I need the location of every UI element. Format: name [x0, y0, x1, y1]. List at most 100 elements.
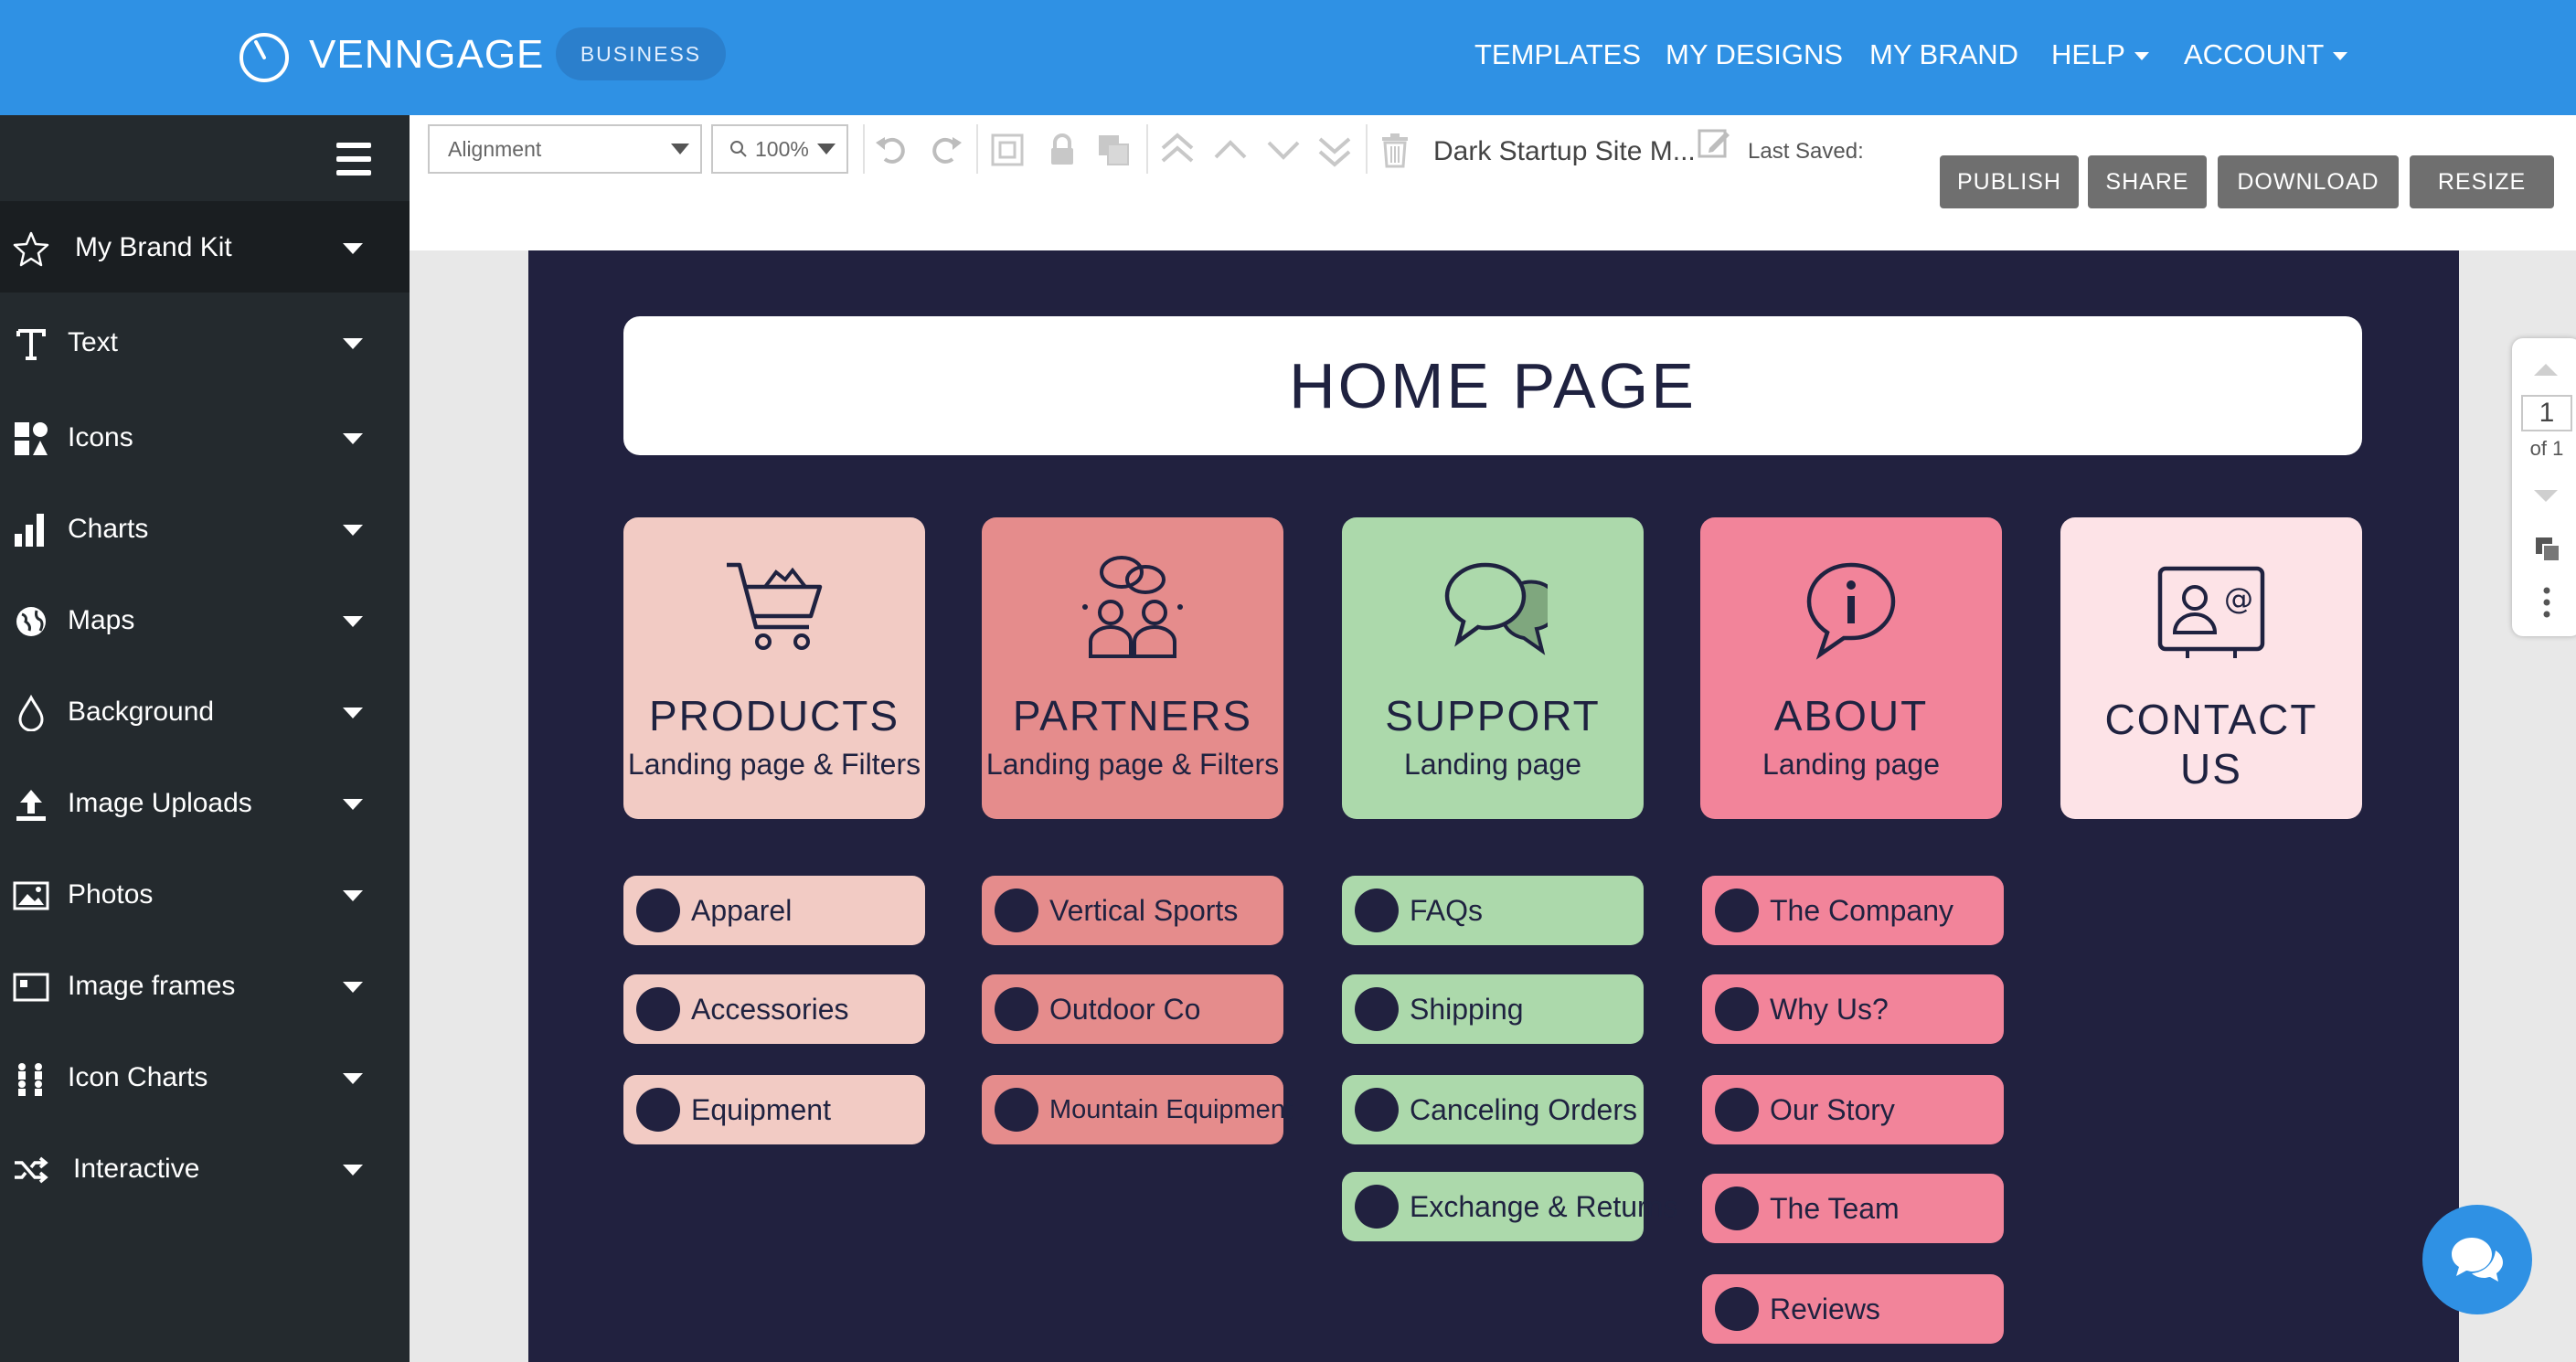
bullet-dot	[1355, 1088, 1399, 1132]
undo-icon[interactable]	[872, 130, 912, 170]
share-button[interactable]: SHARE	[2088, 155, 2207, 208]
design-canvas[interactable]: HOME PAGE PRODUCTS Landing page & Filter…	[528, 250, 2459, 1362]
sidebar-item-label: Icon Charts	[68, 1062, 208, 1092]
list-item[interactable]: FAQs	[1342, 876, 1644, 945]
zoom-dropdown[interactable]: 100%	[711, 124, 848, 174]
duplicate-icon[interactable]	[1093, 130, 1134, 170]
sidebar-item-icon-charts[interactable]: Icon Charts	[0, 1031, 410, 1123]
bar-chart-icon	[15, 514, 44, 547]
list-item[interactable]: Why Us?	[1702, 974, 2004, 1044]
document-title[interactable]: Dark Startup Site M...	[1433, 133, 1696, 170]
sidebar-item-maps[interactable]: Maps	[0, 574, 410, 665]
list-item[interactable]: Exchange & Returns	[1342, 1172, 1678, 1241]
copy-page-icon[interactable]	[2534, 536, 2561, 563]
brand-name[interactable]: VENNGAGE	[309, 31, 544, 79]
lock-icon[interactable]	[1042, 130, 1082, 170]
send-to-back-icon[interactable]	[1315, 130, 1355, 170]
sidebar-item-image-uploads[interactable]: Image Uploads	[0, 757, 410, 848]
chevron-down-icon	[2134, 52, 2149, 61]
list-item[interactable]: The Company	[1702, 876, 2004, 945]
list-item[interactable]: Equipment	[623, 1075, 925, 1144]
card-contact-us[interactable]: @ CONTACT US	[2060, 517, 2362, 819]
page-number-input[interactable]: 1	[2521, 395, 2572, 431]
sidebar-item-label: Image Uploads	[68, 788, 252, 818]
sidebar-item-label: Interactive	[73, 1154, 200, 1184]
left-sidebar: My Brand Kit Text Icons Charts Maps Back…	[0, 115, 410, 1362]
bullet-dot	[636, 888, 680, 932]
bullet-dot	[636, 987, 680, 1031]
sidebar-item-label: My Brand Kit	[75, 232, 232, 262]
bullet-dot	[995, 987, 1038, 1031]
droplet-icon	[18, 695, 44, 731]
list-item[interactable]: Vertical Sports	[982, 876, 1283, 945]
sidebar-item-text[interactable]: Text	[0, 296, 410, 388]
bullet-dot	[1715, 1186, 1759, 1230]
list-item-label: Why Us?	[1770, 993, 1889, 1026]
sidebar-item-background[interactable]: Background	[0, 665, 410, 757]
sidebar-item-photos[interactable]: Photos	[0, 848, 410, 940]
list-item[interactable]: Apparel	[623, 876, 925, 945]
card-title: SUPPORT	[1385, 692, 1601, 740]
page-title[interactable]: HOME PAGE	[623, 316, 2362, 455]
page-up-icon[interactable]	[2534, 364, 2558, 376]
chevron-down-icon	[343, 243, 363, 254]
alignment-dropdown[interactable]: Alignment	[428, 124, 702, 174]
nav-my-designs[interactable]: MY DESIGNS	[1666, 37, 1843, 73]
nav-account[interactable]: ACCOUNT	[2184, 37, 2348, 73]
send-backward-icon[interactable]	[1263, 130, 1304, 170]
bullet-dot	[636, 1088, 680, 1132]
list-item[interactable]: Outdoor Co	[982, 974, 1283, 1044]
page-down-icon[interactable]	[2534, 490, 2558, 502]
sidebar-item-my-brand-kit[interactable]: My Brand Kit	[0, 201, 410, 293]
list-item[interactable]: Accessories	[623, 974, 925, 1044]
list-item[interactable]: Our Story	[1702, 1075, 2004, 1144]
list-item[interactable]: Reviews	[1702, 1274, 2004, 1344]
last-saved-status: Last Saved:	[1748, 139, 1864, 164]
card-about[interactable]: ABOUT Landing page	[1700, 517, 2002, 819]
menu-icon[interactable]	[336, 143, 371, 176]
nav-help[interactable]: HELP	[2051, 37, 2149, 73]
list-item[interactable]: The Team	[1702, 1174, 2004, 1243]
chevron-down-icon	[817, 144, 836, 154]
list-item-label: Reviews	[1770, 1293, 1880, 1325]
list-item[interactable]: Canceling Orders	[1342, 1075, 1644, 1144]
venngage-logo-icon[interactable]	[238, 29, 291, 82]
chevron-down-icon	[343, 338, 363, 349]
nav-my-brand-label: MY BRAND	[1869, 38, 2019, 70]
bring-forward-icon[interactable]	[1210, 130, 1251, 170]
download-button[interactable]: DOWNLOAD	[2218, 155, 2399, 208]
sidebar-item-icons[interactable]: Icons	[0, 391, 410, 483]
list-item[interactable]: Mountain Equipment	[982, 1075, 1293, 1144]
list-item[interactable]: Shipping	[1342, 974, 1644, 1044]
card-partners[interactable]: PARTNERS Landing page & Filters	[982, 517, 1283, 819]
sidebar-item-charts[interactable]: Charts	[0, 483, 410, 574]
card-support[interactable]: SUPPORT Landing page	[1342, 517, 1644, 819]
card-products[interactable]: PRODUCTS Landing page & Filters	[623, 517, 925, 819]
redo-icon[interactable]	[925, 130, 965, 170]
list-item-label: FAQs	[1410, 894, 1484, 927]
nav-templates[interactable]: TEMPLATES	[1474, 37, 1641, 73]
resize-button[interactable]: RESIZE	[2410, 155, 2554, 208]
more-options-icon[interactable]	[2543, 587, 2550, 618]
partners-icon	[1082, 556, 1183, 658]
edit-title-icon[interactable]	[1697, 126, 1731, 161]
chevron-down-icon	[343, 1073, 363, 1084]
chevron-down-icon	[343, 799, 363, 810]
chevron-down-icon	[2333, 52, 2348, 61]
sidebar-item-image-frames[interactable]: Image frames	[0, 940, 410, 1031]
publish-button[interactable]: PUBLISH	[1940, 155, 2079, 208]
trash-icon[interactable]	[1375, 130, 1415, 170]
icons-icon	[15, 422, 48, 455]
nav-my-brand[interactable]: MY BRAND	[1869, 37, 2018, 73]
chat-button[interactable]	[2422, 1205, 2532, 1314]
card-subtitle: Landing page	[1762, 748, 1940, 781]
sidebar-item-interactive[interactable]: Interactive	[0, 1123, 410, 1214]
list-item-label: Mountain Equipment	[1049, 1095, 1293, 1124]
bullet-dot	[1355, 987, 1399, 1031]
bring-to-front-icon[interactable]	[1157, 130, 1198, 170]
sidebar-item-label: Maps	[68, 605, 135, 635]
chevron-down-icon	[343, 616, 363, 627]
sidebar-item-label: Icons	[68, 422, 133, 452]
shopping-cart-icon	[727, 562, 823, 650]
group-icon[interactable]	[987, 130, 1027, 170]
